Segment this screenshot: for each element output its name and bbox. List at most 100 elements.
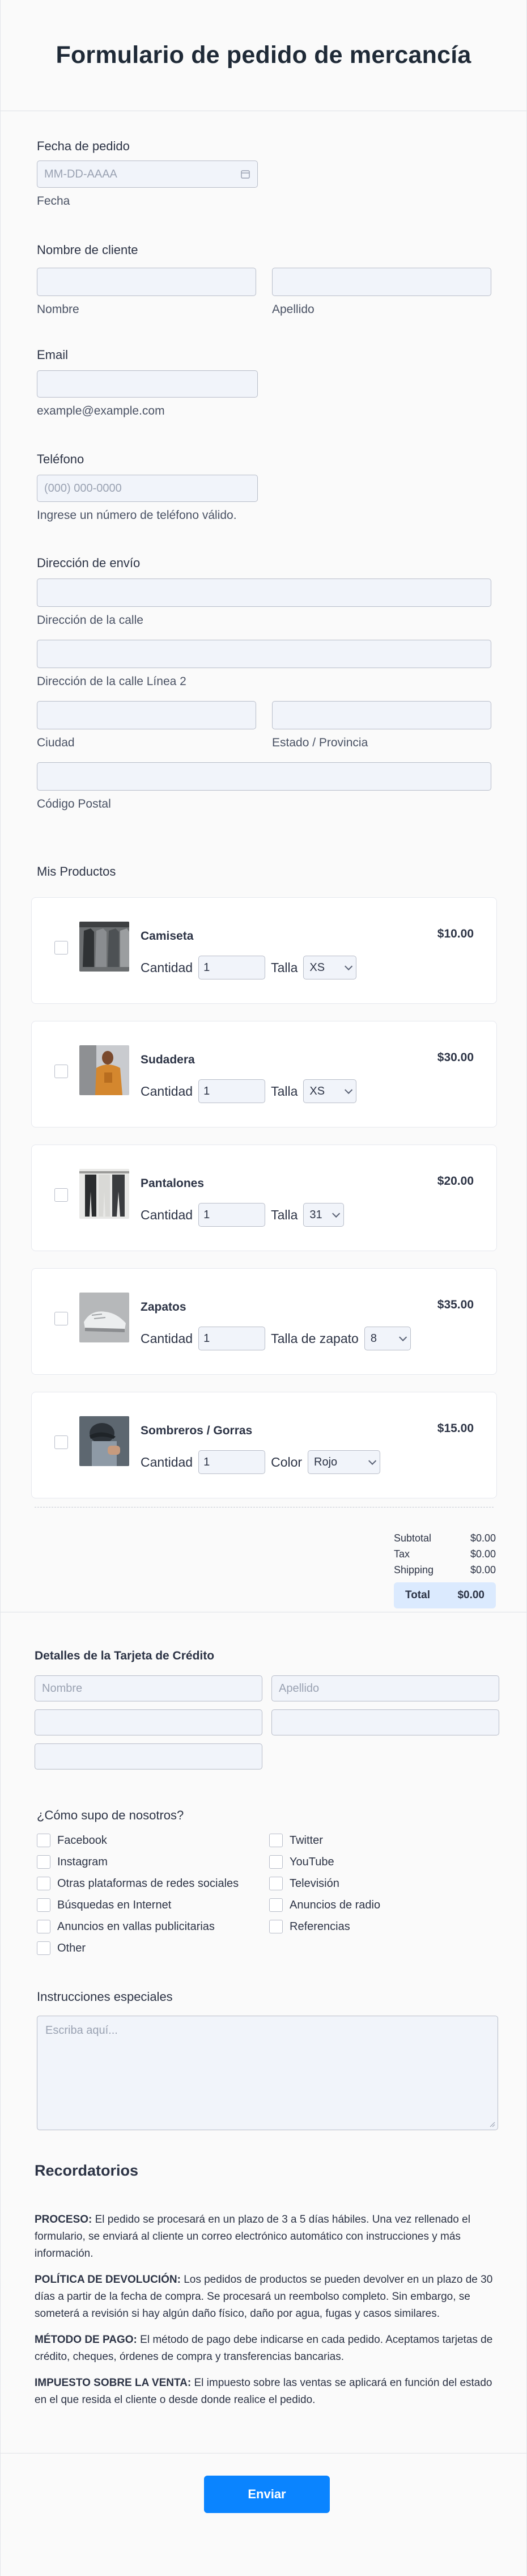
first-name-input[interactable] bbox=[37, 268, 256, 296]
option-value: 31 bbox=[309, 1208, 322, 1221]
product-item-zapatos: Zapatos $35.00 Cantidad 1 Talla de zapat… bbox=[31, 1268, 497, 1375]
city-sublabel: Ciudad bbox=[37, 736, 75, 749]
last-name-sublabel: Apellido bbox=[272, 303, 314, 316]
quantity-label: Cantidad bbox=[141, 1454, 193, 1469]
checkbox[interactable] bbox=[37, 1834, 50, 1847]
product-image-hoodie bbox=[79, 1045, 129, 1095]
quantity-input[interactable]: 1 bbox=[198, 956, 266, 979]
option-select[interactable]: Rojo bbox=[308, 1450, 381, 1474]
instructions-textarea[interactable]: Escriba aquí... bbox=[37, 2016, 498, 2130]
product-item-pantalones: Pantalones $20.00 Cantidad 1 Talla 31 bbox=[31, 1145, 497, 1251]
option-label: Anuncios en vallas publicitarias bbox=[57, 1920, 215, 1933]
checkbox[interactable] bbox=[37, 1941, 50, 1955]
product-item-sudadera: Sudadera $30.00 Cantidad 1 Talla XS bbox=[31, 1021, 497, 1127]
city-input[interactable] bbox=[37, 701, 256, 729]
card-number-input[interactable] bbox=[35, 1709, 262, 1735]
state-input[interactable] bbox=[272, 701, 491, 729]
instructions-placeholder: Escriba aquí... bbox=[45, 2024, 118, 2037]
quantity-input[interactable]: 1 bbox=[198, 1203, 266, 1227]
shipping-label: Shipping bbox=[394, 1564, 434, 1576]
option-value: XS bbox=[309, 961, 325, 974]
card-last-name-input[interactable]: Apellido bbox=[271, 1675, 499, 1701]
quantity-input[interactable]: 1 bbox=[198, 1450, 266, 1474]
checkbox[interactable] bbox=[37, 1855, 50, 1869]
referral-option[interactable]: Other bbox=[37, 1937, 269, 1959]
resize-handle-icon[interactable] bbox=[488, 2121, 495, 2127]
product-checkbox[interactable] bbox=[54, 1312, 68, 1325]
referral-option[interactable]: Televisión bbox=[269, 1873, 496, 1894]
referral-option[interactable]: Otras plataformas de redes sociales bbox=[37, 1873, 269, 1894]
checkbox[interactable] bbox=[269, 1855, 283, 1869]
referral-option[interactable]: Instagram bbox=[37, 1851, 269, 1873]
quantity-input[interactable]: 1 bbox=[198, 1079, 266, 1103]
checkbox[interactable] bbox=[37, 1877, 50, 1890]
card-first-name-input[interactable]: Nombre bbox=[35, 1675, 262, 1701]
option-select[interactable]: 31 bbox=[303, 1203, 345, 1227]
option-select[interactable]: 8 bbox=[364, 1327, 411, 1350]
reminder-heading: POLÍTICA DE DEVOLUCIÓN: bbox=[35, 2274, 181, 2286]
submit-button[interactable]: Enviar bbox=[204, 2476, 330, 2513]
last-name-input[interactable] bbox=[272, 268, 491, 296]
referral-option[interactable]: Anuncios en vallas publicitarias bbox=[37, 1916, 269, 1937]
product-price: $20.00 bbox=[437, 1175, 474, 1188]
reminder-tax: IMPUESTO SOBRE LA VENTA: El impuesto sob… bbox=[35, 2375, 497, 2409]
option-label: Anuncios de radio bbox=[290, 1898, 381, 1911]
street-input[interactable] bbox=[37, 578, 491, 607]
order-date-placeholder: MM-DD-AAAA bbox=[44, 167, 117, 180]
chevron-down-icon bbox=[398, 1333, 407, 1341]
order-date-input[interactable]: MM-DD-AAAA bbox=[37, 161, 258, 188]
option-select[interactable]: XS bbox=[303, 1079, 357, 1103]
street2-sublabel: Dirección de la calle Línea 2 bbox=[37, 675, 186, 688]
total-label: Total bbox=[405, 1589, 430, 1601]
product-checkbox[interactable] bbox=[54, 941, 68, 955]
email-field: Email example@example.com bbox=[1, 348, 526, 418]
referral-option[interactable]: Referencias bbox=[269, 1916, 496, 1937]
option-select[interactable]: XS bbox=[303, 956, 357, 979]
checkbox[interactable] bbox=[37, 1920, 50, 1933]
zip-sublabel: Código Postal bbox=[37, 797, 111, 810]
zip-input[interactable] bbox=[37, 762, 491, 791]
checkbox[interactable] bbox=[269, 1834, 283, 1847]
option-label: YouTube bbox=[290, 1855, 334, 1868]
card-expiry-input[interactable] bbox=[271, 1709, 499, 1735]
checkbox[interactable] bbox=[269, 1877, 283, 1890]
option-label: Talla bbox=[271, 1207, 298, 1222]
referral-label: ¿Cómo supo de nosotros? bbox=[37, 1808, 184, 1822]
product-name: Sudadera bbox=[141, 1053, 195, 1066]
state-sublabel: Estado / Provincia bbox=[272, 736, 368, 749]
checkbox[interactable] bbox=[269, 1920, 283, 1933]
chevron-down-icon bbox=[368, 1456, 377, 1465]
referral-option[interactable]: Facebook bbox=[37, 1830, 269, 1851]
referral-option[interactable]: YouTube bbox=[269, 1851, 496, 1873]
order-date-label: Fecha de pedido bbox=[37, 139, 130, 153]
checkbox[interactable] bbox=[269, 1898, 283, 1912]
product-image-shoes bbox=[79, 1293, 129, 1342]
product-price: $10.00 bbox=[437, 927, 474, 940]
card-cvc-input[interactable] bbox=[35, 1743, 262, 1770]
form-page: Formulario de pedido de mercancía Fecha … bbox=[0, 0, 527, 2576]
referral-option[interactable]: Twitter bbox=[269, 1830, 496, 1851]
email-sublabel: example@example.com bbox=[37, 404, 165, 417]
product-checkbox[interactable] bbox=[54, 1065, 68, 1078]
referral-option[interactable]: Búsquedas en Internet bbox=[37, 1894, 269, 1916]
calendar-icon[interactable] bbox=[240, 169, 250, 179]
option-label: Referencias bbox=[290, 1920, 350, 1933]
option-label: Other bbox=[57, 1941, 86, 1954]
option-label: Facebook bbox=[57, 1834, 107, 1847]
option-label: Talla bbox=[271, 960, 298, 975]
product-item-camiseta: Camiseta $10.00 Cantidad 1 Talla XS bbox=[31, 897, 497, 1004]
product-item-sombreros: Sombreros / Gorras $15.00 Cantidad 1 Col… bbox=[31, 1392, 497, 1498]
referral-option[interactable]: Anuncios de radio bbox=[269, 1894, 496, 1916]
street2-input[interactable] bbox=[37, 640, 491, 668]
instructions-section: Instrucciones especiales Escriba aquí... bbox=[37, 1990, 498, 2130]
tax-label: Tax bbox=[394, 1548, 410, 1560]
product-checkbox[interactable] bbox=[54, 1435, 68, 1449]
phone-input[interactable]: (000) 000-0000 bbox=[37, 475, 258, 502]
email-input[interactable] bbox=[37, 370, 258, 398]
card-first-name-placeholder: Nombre bbox=[42, 1682, 83, 1695]
checkbox[interactable] bbox=[37, 1898, 50, 1912]
phone-label: Teléfono bbox=[37, 452, 84, 466]
product-checkbox[interactable] bbox=[54, 1188, 68, 1202]
reminder-heading: IMPUESTO SOBRE LA VENTA: bbox=[35, 2377, 192, 2389]
quantity-input[interactable]: 1 bbox=[198, 1327, 266, 1350]
